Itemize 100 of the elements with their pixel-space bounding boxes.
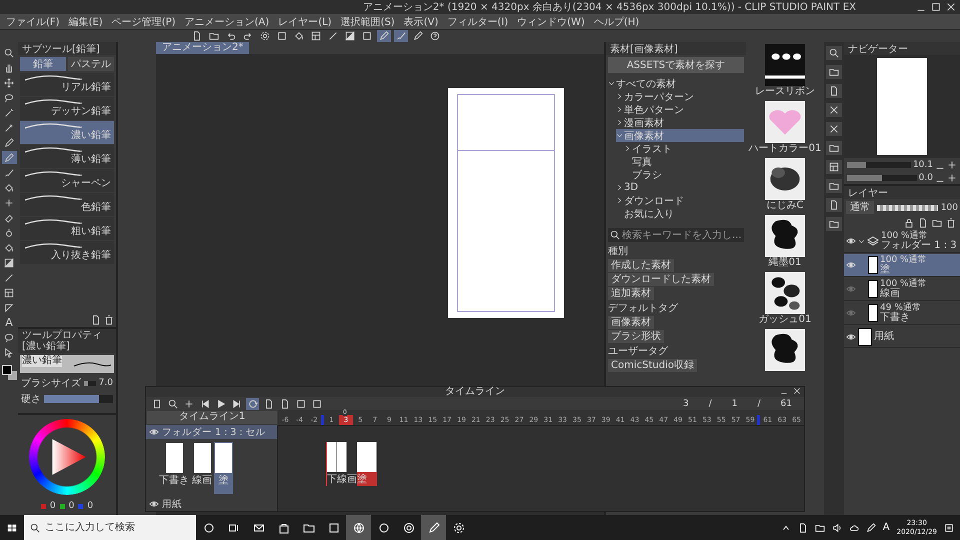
ink-blot-drawing[interactable] [765,158,805,200]
panel-button[interactable] [826,84,842,98]
timeline-dropdown[interactable]: タイムライン1 [147,411,277,424]
menu-item[interactable]: ファイル(F) [6,14,60,28]
tag-button[interactable]: 画像素材 [608,316,654,329]
menu-item[interactable]: ヘルプ(H) [594,14,640,28]
brush-group-tab[interactable]: 鉛筆 [20,57,66,71]
toolbar-button[interactable] [343,30,357,42]
foreground-color-swatch[interactable] [2,365,12,375]
trash-icon[interactable] [104,315,114,325]
panel-button[interactable] [826,198,842,212]
menu-item[interactable]: ページ管理(P) [112,14,176,28]
brush-group-tab[interactable]: パステル [68,57,114,71]
panel-button[interactable] [826,160,842,174]
toolbar-button[interactable] [411,30,425,42]
slider-track[interactable] [84,380,96,386]
brush-item[interactable]: 入り抜き鉛筆 [20,241,114,264]
menu-item[interactable]: アニメーション(A) [184,14,270,28]
folder-icon[interactable] [932,218,942,228]
tree-item[interactable]: 3D [616,181,744,194]
brush-item[interactable]: 薄い鉛筆 [20,145,114,168]
menu-item[interactable]: 表示(V) [404,14,438,28]
slider-track[interactable] [847,174,917,180]
hardness-slider[interactable] [44,395,113,403]
tree-item[interactable]: カラーパターン [616,90,744,103]
tag-button[interactable]: 作成した素材 [608,259,674,272]
eye-icon[interactable] [846,332,856,342]
toolbar-button[interactable] [309,30,323,42]
cloud-icon[interactable] [848,522,859,532]
toolbar-button[interactable] [207,30,221,42]
track-header[interactable]: 用紙 [146,497,277,511]
taskbar-search-bar[interactable]: ここに入力して検索 [24,515,196,540]
tree-item[interactable]: お気に入り [616,207,744,220]
taskbar-search-field[interactable]: ここに入力して検索 [45,522,190,533]
splatter-drawing[interactable] [765,272,805,314]
toolbar-button[interactable] [258,30,272,42]
input-mode-indicator[interactable]: A [882,522,890,533]
document-tab[interactable]: アニメーション2* [156,42,250,54]
tree-item[interactable]: 漫画素材 [616,116,744,129]
notification-icon[interactable] [944,522,954,532]
eye-icon[interactable] [846,236,856,246]
tool-button[interactable] [2,76,16,89]
layer-row[interactable]: 用紙 [844,326,960,348]
loop-button[interactable] [246,398,259,410]
splatter-drawing[interactable] [765,329,805,371]
timeline-button[interactable] [166,398,179,410]
eye-icon[interactable] [149,499,159,509]
blend-mode-dropdown[interactable]: 通常 [846,201,874,214]
panel-button[interactable] [826,179,842,193]
layer-row[interactable]: 100 %通常 フォルダー 1 : 3 [844,230,960,253]
frame-cel[interactable]: 塗 [357,442,377,486]
trash-icon[interactable] [946,218,956,228]
tag-button[interactable]: ブラシ形状 [608,330,664,343]
cel-item[interactable]: 下書き [158,442,190,494]
brush-item[interactable]: デッサン鉛筆 [20,97,114,120]
tool-button[interactable]: A [2,316,16,329]
toolbar-button[interactable] [377,30,391,42]
tag-button[interactable]: ComicStudio収録 [608,359,697,372]
cel-item[interactable]: 線画 [191,442,213,494]
slider-track[interactable] [847,162,911,168]
folder-icon[interactable] [814,522,825,532]
tree-item[interactable]: イラスト [624,142,744,155]
pen-icon[interactable] [866,522,876,532]
close-icon[interactable] [946,2,956,12]
tool-button[interactable] [2,151,16,164]
lock-icon[interactable] [904,218,914,228]
eye-icon[interactable] [149,427,159,437]
search-field[interactable]: 検索キーワードを入力し... [608,228,744,242]
taskbar-app[interactable] [421,515,446,540]
tree-item[interactable]: ブラシ [624,168,744,181]
toolbar-button[interactable] [428,30,442,42]
maximize-icon[interactable] [931,2,941,12]
plus-icon[interactable] [947,160,957,170]
menu-item[interactable]: フィルター(I) [447,14,508,28]
assets-button[interactable]: ASSETSで素材を探す [608,57,744,73]
brush-item[interactable]: 粗い鉛筆 [20,217,114,240]
panel-button[interactable] [826,141,842,155]
plus-icon[interactable] [947,172,957,182]
menu-item[interactable]: ウィンドウ(W) [517,14,585,28]
menu-item[interactable]: 選択範囲(S) [340,14,395,28]
taskbar-app[interactable] [346,515,371,540]
close-icon[interactable] [793,387,801,395]
panel-button[interactable] [826,103,842,117]
tree-item[interactable]: 画像素材 [616,129,744,142]
panel-button[interactable] [826,65,842,79]
document-icon[interactable] [918,218,928,228]
splatter-drawing[interactable] [765,215,805,257]
opacity-slider[interactable] [877,204,938,210]
tag-button[interactable]: ダウンロードした素材 [608,273,714,286]
layer-row[interactable]: 100 %通常 線画 [844,278,960,301]
brush-item[interactable]: シャーペン [20,169,114,192]
toolbar-button[interactable] [394,30,408,42]
menu-item[interactable]: 編集(E) [68,14,103,28]
tag-button[interactable]: 追加素材 [608,287,654,300]
brush-item[interactable]: 色鉛筆 [20,193,114,216]
frame-cel[interactable]: 線画 [337,442,357,486]
speaker-icon[interactable] [832,522,842,532]
tree-item[interactable]: ダウンロード [616,194,744,207]
document-icon[interactable] [798,522,808,532]
brush-item[interactable]: リアル鉛筆 [20,73,114,96]
